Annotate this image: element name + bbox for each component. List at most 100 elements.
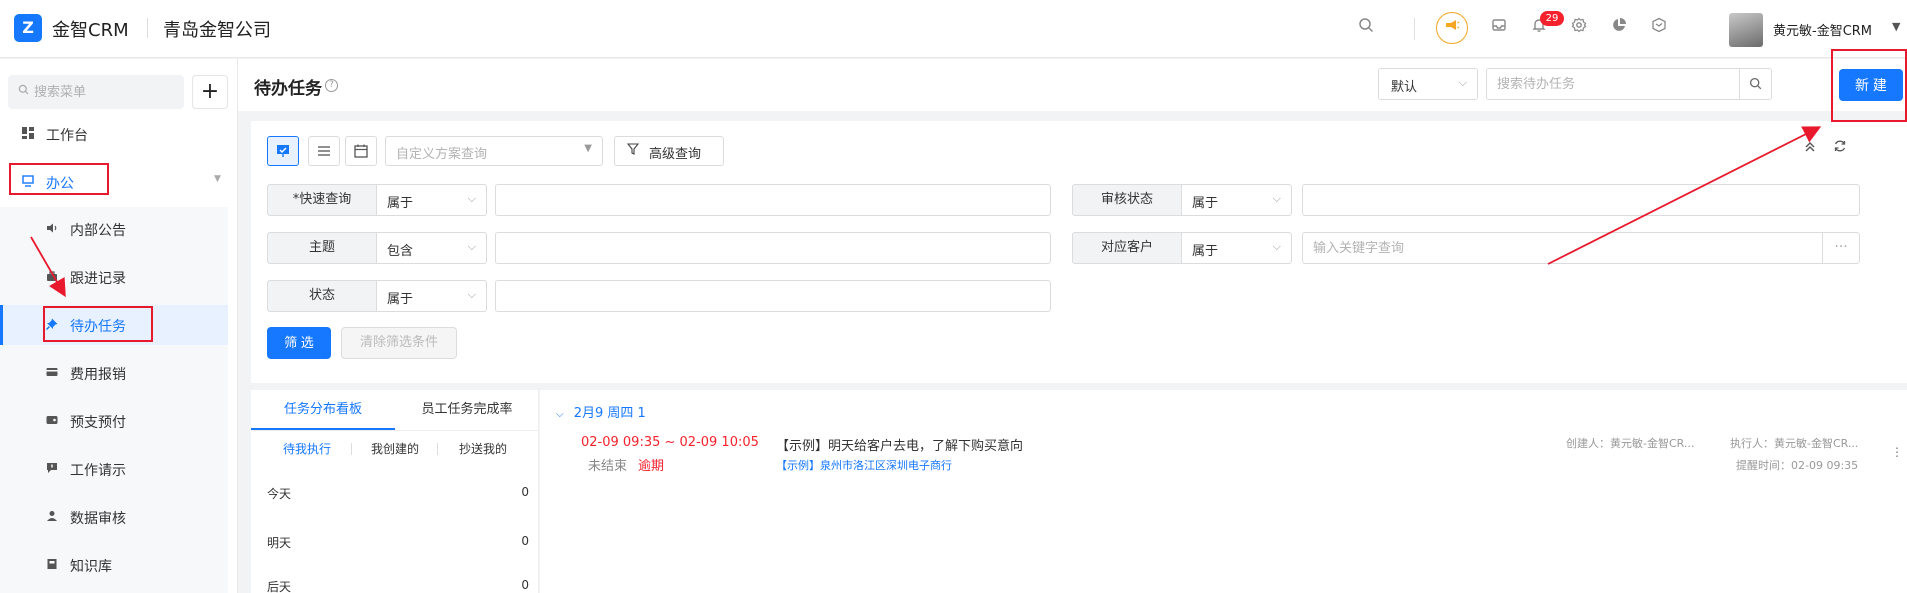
search-icon[interactable]: [1354, 16, 1378, 40]
status-field: [495, 280, 1051, 312]
cube-icon[interactable]: [1647, 16, 1671, 40]
operator-value: 属于: [387, 292, 414, 307]
status-input[interactable]: [496, 281, 1050, 311]
gear-icon[interactable]: [1567, 16, 1591, 40]
menu-search-input[interactable]: [34, 75, 180, 109]
filter-button[interactable]: 筛 选: [267, 327, 331, 359]
scope-select-value: 默认: [1391, 80, 1418, 95]
sidebar-item-data-review[interactable]: 数据审核: [0, 497, 228, 537]
sidebar-item-label: 跟进记录: [70, 271, 126, 287]
stat-value-tomorrow: 0: [521, 534, 529, 548]
chevron-down-icon[interactable]: ▼: [1892, 20, 1900, 33]
operator-value: 属于: [387, 196, 414, 211]
stat-label-today[interactable]: 今天: [267, 485, 291, 502]
sidebar-item-follow-up[interactable]: 跟进记录: [0, 257, 228, 297]
list-view-button[interactable]: [308, 136, 340, 166]
annotation-box: [9, 163, 109, 195]
date-group-label: 2月9 周四 1: [573, 406, 646, 421]
header-divider: [1414, 18, 1415, 40]
card-icon: [46, 366, 58, 381]
subtab-created-by-me[interactable]: 我创建的: [371, 440, 419, 457]
more-icon[interactable]: ⋮: [1891, 445, 1903, 459]
sidebar-item-workbench[interactable]: 工作台: [0, 114, 228, 154]
customer-input[interactable]: [1303, 233, 1822, 263]
custom-scheme-select[interactable]: 自定义方案查询 ▼: [385, 136, 603, 166]
menu-search[interactable]: [8, 75, 184, 109]
customer-operator[interactable]: 属于 ⌵: [1182, 232, 1292, 264]
calendar-view-button[interactable]: [345, 136, 377, 166]
sidebar-item-advance-payment[interactable]: 预支预付: [0, 401, 228, 441]
filter-icon: [626, 143, 640, 158]
quick-query-input[interactable]: [496, 185, 1050, 215]
bag-icon: [46, 270, 58, 285]
subject-field: [495, 232, 1051, 264]
annotation-box: [43, 306, 153, 342]
sidebar-item-announcements[interactable]: 内部公告: [0, 209, 228, 249]
help-icon[interactable]: ?: [325, 79, 338, 92]
sidebar-item-label: 工作请示: [70, 463, 126, 479]
customer-picker-button[interactable]: ···: [1822, 232, 1860, 264]
task-search-input[interactable]: [1497, 69, 1729, 99]
sidebar-item-work-requests[interactable]: 工作请示: [0, 449, 228, 489]
chevron-down-icon: ⌵: [1272, 240, 1281, 253]
search-button[interactable]: [1739, 69, 1771, 99]
sidebar-item-label: 知识库: [70, 559, 112, 575]
tab-task-distribution[interactable]: 任务分布看板: [251, 390, 395, 430]
stats-board: 任务分布看板 员工任务完成率 待我执行 我创建的 抄送我的 今天 0 明天 0 …: [251, 390, 539, 593]
advanced-query-label: 高级查询: [649, 147, 702, 162]
task-list: ⌵ 2月9 周四 1 02-09 09:35 ~ 02-09 10:05 未结束…: [540, 390, 1907, 593]
customer-field: [1302, 232, 1823, 264]
subtab-assigned-to-me[interactable]: 待我执行: [283, 440, 331, 457]
chevron-down-icon: ▼: [214, 174, 221, 184]
collapse-up-icon[interactable]: [1804, 141, 1816, 157]
sidebar-item-knowledge-base[interactable]: 知识库: [0, 545, 228, 585]
subject-operator[interactable]: 包含 ⌵: [377, 232, 487, 264]
review-status-input[interactable]: [1303, 185, 1859, 215]
sidebar-item-expenses[interactable]: 费用报销: [0, 353, 228, 393]
avatar[interactable]: [1729, 13, 1763, 47]
book-icon: [46, 558, 58, 573]
task-subject[interactable]: 【示例】明天给客户去电，了解下购买意向: [776, 435, 1023, 454]
stat-label-tomorrow[interactable]: 明天: [267, 534, 291, 551]
notification-badge: 29: [1540, 11, 1564, 26]
company-name: 青岛金智公司: [163, 20, 271, 41]
add-menu-button[interactable]: +: [192, 75, 228, 109]
chevron-down-icon: ⌵: [467, 192, 476, 205]
date-group-header[interactable]: ⌵ 2月9 周四 1: [556, 402, 646, 421]
subtab-divider: [351, 443, 352, 455]
operator-value: 属于: [1192, 196, 1219, 211]
board-view-button[interactable]: [267, 136, 299, 166]
sidebar-item-label: 数据审核: [70, 511, 126, 527]
advanced-query-button[interactable]: 高级查询: [614, 136, 724, 166]
pie-chart-icon[interactable]: [1607, 16, 1631, 40]
speaker-icon: [46, 222, 58, 237]
scope-select[interactable]: 默认 ⌵: [1378, 68, 1478, 100]
app-logo[interactable]: Z: [14, 14, 42, 42]
subtab-cc-to-me[interactable]: 抄送我的: [459, 440, 507, 457]
user-icon: [46, 510, 58, 525]
message-icon: [46, 462, 58, 477]
quick-query-operator[interactable]: 属于 ⌵: [377, 184, 487, 216]
chevron-down-icon: ⌵: [467, 288, 476, 301]
dashboard-icon: [22, 127, 34, 142]
custom-scheme-placeholder: 自定义方案查询: [396, 147, 488, 162]
subject-label: 主题: [267, 232, 377, 264]
chevron-down-icon: ⌵: [556, 409, 564, 420]
review-status-operator[interactable]: 属于 ⌵: [1182, 184, 1292, 216]
task-customer-link[interactable]: 【示例】泉州市洛江区深圳电子商行: [776, 457, 952, 473]
stat-label-day-after[interactable]: 后天: [267, 578, 291, 593]
task-executor: 执行人：黄元敏-金智CR...: [1730, 437, 1859, 450]
task-status: 未结束: [588, 459, 628, 474]
sidebar-item-label: 内部公告: [70, 223, 126, 239]
user-name[interactable]: 黄元敏-金智CRM: [1773, 20, 1872, 39]
task-overdue-badge: 逾期: [638, 459, 665, 474]
tab-completion-rate[interactable]: 员工任务完成率: [395, 390, 539, 430]
clear-filter-button[interactable]: 清除筛选条件: [341, 327, 457, 359]
status-operator[interactable]: 属于 ⌵: [377, 280, 487, 312]
refresh-icon[interactable]: [1833, 139, 1847, 157]
brand-name: 金智CRM: [52, 20, 129, 41]
megaphone-icon[interactable]: [1436, 12, 1468, 44]
caret-down-icon: ▼: [584, 143, 592, 154]
subject-input[interactable]: [496, 233, 1050, 263]
inbox-icon[interactable]: [1487, 16, 1511, 40]
